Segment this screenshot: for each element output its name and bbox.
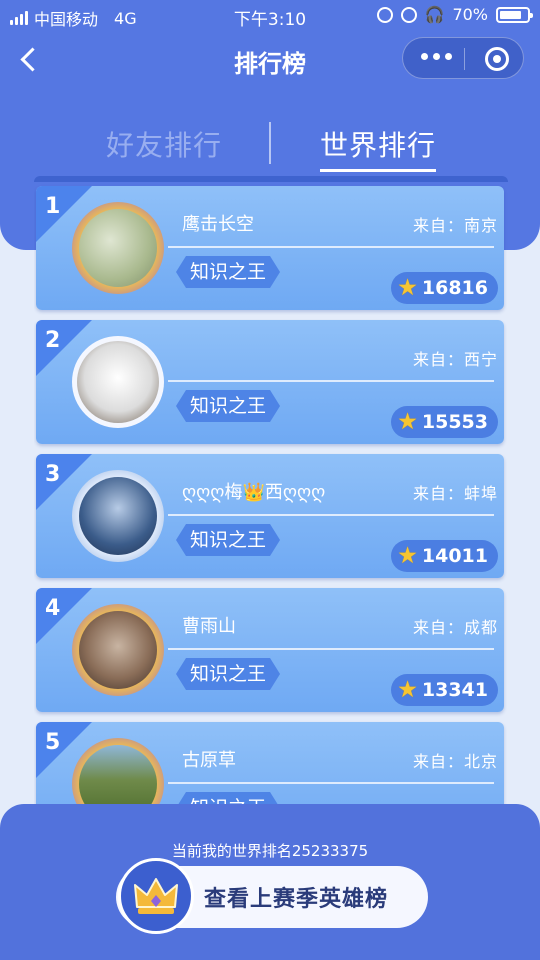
- player-location: 来自：西宁: [412, 350, 498, 369]
- avatar[interactable]: [72, 604, 164, 696]
- close-miniprogram-icon[interactable]: [485, 47, 509, 71]
- my-world-rank: 当前我的世界排名25233375: [171, 842, 369, 860]
- score-badge: ★ 13341: [391, 674, 498, 706]
- player-title-badge: 知识之王: [176, 390, 280, 422]
- card-divider: [168, 246, 494, 248]
- player-name: 鹰击长空: [182, 214, 254, 235]
- card-divider: [168, 648, 494, 650]
- alarm-icon: [400, 6, 417, 23]
- player-name: ღღღ梅👑西ღღღ: [182, 482, 326, 503]
- nav-bar: 排行榜: [0, 34, 540, 86]
- player-location: 来自：成都: [412, 618, 498, 637]
- hero-button-label: 查看上赛季英雄榜: [204, 887, 389, 912]
- player-location: 来自：南京: [412, 216, 498, 235]
- score-value: 16816: [421, 277, 488, 299]
- player-title-badge: 知识之王: [176, 256, 280, 288]
- tab-friends-ranking[interactable]: 好友排行: [106, 124, 222, 164]
- orientation-lock-icon: [376, 6, 393, 23]
- player-title-badge: 知识之王: [176, 524, 280, 556]
- ranking-card[interactable]: 1 鹰击长空 来自：南京 知识之王 ★ 16816: [36, 186, 504, 310]
- view-last-season-heroes-button[interactable]: 查看上赛季英雄榜: [116, 858, 428, 934]
- card-divider: [168, 380, 494, 382]
- tab-world-label: 世界排行: [320, 129, 437, 162]
- card-divider: [168, 514, 494, 516]
- star-icon: ★: [397, 274, 418, 301]
- rank-number: 4: [45, 596, 61, 621]
- avatar[interactable]: [72, 470, 164, 562]
- player-location: 来自：北京: [412, 752, 498, 771]
- avatar[interactable]: [72, 202, 164, 294]
- headphones-icon: 🎧: [424, 5, 445, 24]
- capsule-divider: [464, 48, 465, 70]
- player-title-badge: 知识之王: [176, 658, 280, 690]
- ranking-card[interactable]: 4 曹雨山 来自：成都 知识之王 ★ 13341: [36, 588, 504, 712]
- avatar[interactable]: [72, 336, 164, 428]
- crown-icon: [118, 858, 194, 934]
- score-badge: ★ 15553: [391, 406, 498, 438]
- rank-number: 1: [45, 194, 61, 219]
- score-value: 15553: [421, 411, 488, 433]
- score-value: 14011: [421, 545, 488, 567]
- rank-number: 2: [45, 328, 61, 353]
- score-value: 13341: [421, 679, 488, 701]
- footer-panel: 当前我的世界排名25233375 查看上赛季英雄榜: [0, 804, 540, 960]
- active-tab-underline: [320, 169, 437, 172]
- ranking-list[interactable]: 1 鹰击长空 来自：南京 知识之王 ★ 16816 2 来自：西宁 知识之王 ★…: [34, 176, 508, 826]
- rank-number: 3: [45, 462, 61, 487]
- tab-divider: [269, 122, 271, 164]
- score-badge: ★ 14011: [391, 540, 498, 572]
- ranking-card[interactable]: 2 来自：西宁 知识之王 ★ 15553: [36, 320, 504, 444]
- ranking-tabs: 好友排行 世界排行: [0, 118, 540, 174]
- player-name: 曹雨山: [182, 616, 236, 637]
- status-bar: 中国移动 4G 下午3:10 🎧 70%: [0, 0, 540, 32]
- battery-icon: [496, 6, 533, 23]
- card-divider: [168, 782, 494, 784]
- rank-number: 5: [45, 730, 61, 755]
- more-icon[interactable]: [421, 53, 452, 60]
- star-icon: ★: [397, 542, 418, 569]
- tab-world-ranking[interactable]: 世界排行: [320, 124, 437, 172]
- miniprogram-capsule: [402, 37, 524, 79]
- battery-percent: 70%: [452, 5, 488, 24]
- player-name: 古原草: [182, 750, 236, 771]
- player-location: 来自：蚌埠: [412, 484, 498, 503]
- star-icon: ★: [397, 408, 418, 435]
- score-badge: ★ 16816: [391, 272, 498, 304]
- star-icon: ★: [397, 676, 418, 703]
- ranking-card[interactable]: 3 ღღღ梅👑西ღღღ 来自：蚌埠 知识之王 ★ 14011: [36, 454, 504, 578]
